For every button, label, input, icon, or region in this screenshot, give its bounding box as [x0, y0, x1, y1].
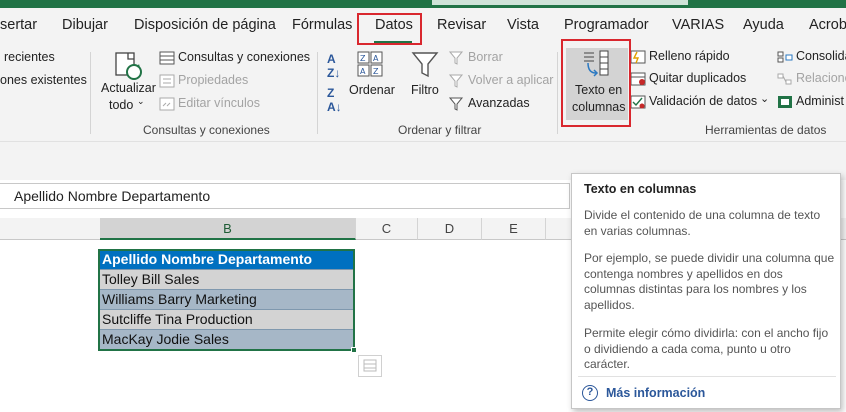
sort-icon: ZA AZ	[357, 51, 383, 77]
manage-data-model-button[interactable]: Administ	[796, 94, 844, 108]
svg-text:Z: Z	[360, 54, 366, 63]
consolidate-button[interactable]: Consolida	[796, 49, 846, 63]
column-header-a	[0, 218, 100, 240]
chevron-down-icon[interactable]: ⌄	[137, 96, 145, 107]
ribbon: recientes ones existentes Actualizar tod…	[0, 46, 846, 142]
tab-programador[interactable]: Programador	[564, 17, 649, 33]
tooltip-paragraph-3: Permite elegir cómo dividirla: con el an…	[584, 326, 829, 371]
svg-text:Z: Z	[373, 67, 379, 76]
tab-insertar[interactable]: sertar	[0, 17, 37, 33]
relationships-button[interactable]: Relacione	[796, 71, 846, 85]
queries-connections-icon	[159, 51, 175, 65]
title-bar-strip	[0, 0, 846, 8]
clear-filter-icon	[449, 51, 464, 65]
clear-button[interactable]: Borrar	[468, 50, 503, 64]
column-header-e[interactable]: E	[482, 218, 546, 240]
ribbon-tabs: sertar Dibujar Disposición de página Fór…	[0, 8, 846, 46]
formula-bar[interactable]: Apellido Nombre Departamento	[0, 183, 570, 209]
quick-analysis-button[interactable]	[358, 355, 382, 377]
data-validation-icon	[630, 95, 646, 109]
flash-fill-button[interactable]: Relleno rápido	[649, 49, 730, 63]
sort-az-icon[interactable]: A Z↓	[327, 52, 340, 80]
edit-links-button[interactable]: Editar vínculos	[178, 96, 260, 110]
reapply-button[interactable]: Volver a aplicar	[468, 73, 553, 87]
refresh-all-label[interactable]: Actualizar	[101, 81, 156, 95]
reapply-icon	[449, 74, 464, 88]
column-header-f[interactable]	[546, 218, 571, 240]
tab-ayuda[interactable]: Ayuda	[743, 17, 784, 33]
flash-fill-icon	[630, 50, 646, 64]
group-separator	[317, 52, 318, 134]
group-separator	[557, 52, 558, 134]
data-validation-button[interactable]: Validación de datos	[649, 94, 757, 108]
relationships-icon	[777, 73, 792, 85]
tab-dibujar[interactable]: Dibujar	[62, 17, 108, 33]
tooltip-paragraph-2: Por ejemplo, se puede dividir una column…	[584, 251, 835, 312]
highlight-box-datos	[357, 13, 422, 45]
chevron-down-icon[interactable]: ⌄	[760, 92, 769, 105]
refresh-all-label-2[interactable]: todo	[109, 98, 133, 112]
tab-vista[interactable]: Vista	[507, 17, 539, 33]
quick-analysis-icon	[363, 359, 377, 372]
svg-text:A: A	[360, 67, 366, 76]
remove-duplicates-icon	[630, 72, 646, 86]
group-label-sort-filter: Ordenar y filtrar	[398, 123, 482, 137]
group-label-queries: Consultas y conexiones	[143, 123, 270, 137]
advanced-button[interactable]: Avanzadas	[468, 96, 530, 110]
highlight-box-text-to-columns	[561, 39, 631, 127]
fill-handle[interactable]	[351, 347, 357, 353]
tab-revisar[interactable]: Revisar	[437, 17, 486, 33]
column-header-d[interactable]: D	[418, 218, 482, 240]
tooltip-text-to-columns: Texto en columnas Divide el contenido de…	[571, 173, 841, 409]
remove-duplicates-button[interactable]: Quitar duplicados	[649, 71, 746, 85]
tooltip-title: Texto en columnas	[584, 182, 697, 196]
properties-icon	[159, 74, 175, 88]
filter-icon	[411, 52, 439, 78]
title-bar-highlight	[432, 0, 688, 5]
sort-button[interactable]: Ordenar	[349, 83, 395, 97]
formula-bar-value: Apellido Nombre Departamento	[14, 188, 211, 204]
sort-za-icon[interactable]: Z A↓	[327, 86, 342, 114]
tab-disposicion[interactable]: Disposición de página	[134, 17, 276, 33]
properties-button[interactable]: Propiedades	[178, 73, 248, 87]
tooltip-divider	[578, 376, 836, 377]
group-label-data-tools: Herramientas de datos	[705, 123, 827, 137]
tab-varias[interactable]: VARIAS	[672, 17, 724, 33]
existing-connections-button[interactable]: ones existentes	[0, 73, 87, 87]
column-header-b[interactable]: B	[100, 218, 356, 240]
help-icon[interactable]: ?	[582, 385, 598, 401]
column-header-c[interactable]: C	[356, 218, 418, 240]
refresh-all-icon	[115, 52, 142, 80]
tooltip-paragraph-1: Divide el contenido de una columna de te…	[584, 208, 821, 238]
consolidate-icon	[777, 51, 793, 63]
selection-border	[98, 249, 355, 351]
manage-data-model-icon	[778, 96, 792, 108]
queries-connections-button[interactable]: Consultas y conexiones	[178, 50, 310, 64]
more-info-link[interactable]: Más información	[606, 386, 705, 400]
tab-formulas[interactable]: Fórmulas	[292, 17, 352, 33]
svg-text:A: A	[373, 54, 379, 63]
edit-links-icon	[159, 97, 175, 111]
advanced-filter-icon	[449, 97, 464, 111]
group-separator	[90, 52, 91, 134]
filter-button[interactable]: Filtro	[411, 83, 439, 97]
recent-sources-button[interactable]: recientes	[4, 50, 55, 64]
tab-acrobat[interactable]: Acroba	[809, 17, 846, 33]
